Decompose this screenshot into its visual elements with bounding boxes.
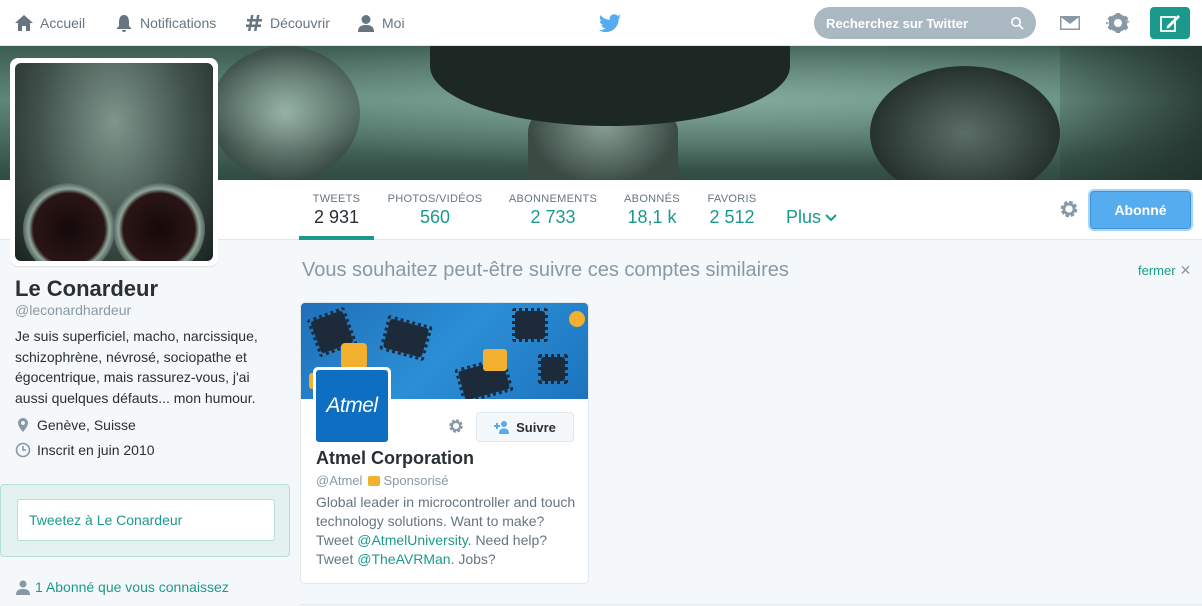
profile-join-date: Inscrit en juin 2010 — [15, 442, 155, 458]
profile-gear-icon[interactable] — [1058, 198, 1080, 220]
stat-label: PHOTOS/VIDÉOS — [387, 193, 483, 205]
profile-handle[interactable]: @leconardhardeur — [15, 302, 131, 318]
suggestion-card: Atmel Suivre Atmel Corporation @Atmel Sp… — [300, 302, 589, 584]
suggestion-handle-row: @Atmel Sponsorisé — [316, 473, 448, 488]
stat-tweets[interactable]: TWEETS 2 931 — [299, 180, 374, 240]
close-suggestions-link[interactable]: fermer ✕ — [1138, 262, 1191, 279]
search-icon[interactable] — [1010, 16, 1024, 30]
profile-name[interactable]: Le Conardeur — [15, 276, 158, 302]
close-label: fermer — [1138, 263, 1176, 278]
profile-bio: Je suis superficiel, macho, narcissique,… — [15, 328, 258, 406]
known-followers-link[interactable]: 1 Abonné que vous connaissez — [15, 579, 229, 595]
bird-icon[interactable] — [598, 11, 622, 35]
follow-button[interactable]: Suivre — [476, 412, 574, 442]
stat-value: 560 — [419, 207, 451, 227]
stat-value: 2 512 — [709, 207, 755, 227]
stat-label: FAVORIS — [707, 193, 757, 205]
atmel-logo: Atmel — [316, 370, 388, 442]
tweet-to-button[interactable]: Tweetez à Le Conardeur — [17, 499, 275, 541]
gear-icon[interactable] — [1106, 11, 1130, 35]
known-followers-text: 1 Abonné que vous connaissez — [35, 579, 229, 595]
promoted-icon — [368, 475, 381, 486]
location-pin-icon — [18, 418, 28, 432]
stat-label: ABONNEMENTS — [508, 193, 598, 205]
bell-icon — [117, 15, 131, 32]
stat-photos-videos[interactable]: PHOTOS/VIDÉOS 560 — [386, 180, 484, 240]
home-icon — [15, 15, 33, 31]
suggestion-handle[interactable]: @Atmel — [316, 473, 362, 488]
clock-icon — [15, 442, 31, 458]
envelope-icon[interactable] — [1058, 11, 1082, 35]
person-icon — [358, 15, 374, 32]
profile-avatar[interactable] — [10, 58, 218, 266]
more-label: Plus — [786, 207, 822, 227]
nav-home[interactable]: Accueil — [14, 0, 85, 46]
suggestions-heading: Vous souhaitez peut-être suivre ces comp… — [302, 259, 789, 281]
hash-icon — [246, 15, 262, 31]
nav-discover[interactable]: Découvrir — [244, 0, 330, 46]
search-input[interactable] — [826, 15, 1010, 31]
join-date-text: Inscrit en juin 2010 — [37, 442, 155, 458]
stat-label: TWEETS — [312, 193, 361, 205]
close-icon: ✕ — [1179, 262, 1192, 278]
stat-value: 2 733 — [530, 207, 576, 227]
location-text: Genève, Suisse — [37, 417, 136, 433]
stat-label: ABONNÉS — [624, 193, 680, 205]
divider — [300, 604, 1202, 605]
profile-location: Genève, Suisse — [15, 417, 136, 433]
follow-button-label: Suivre — [516, 419, 556, 435]
suggestion-bio: Global leader in microcontroller and tou… — [316, 493, 576, 569]
stat-favorites[interactable]: FAVORIS 2 512 — [704, 180, 760, 240]
person-icon — [16, 580, 30, 595]
suggestion-avatar[interactable]: Atmel — [313, 367, 391, 445]
compose-tweet-button[interactable] — [1150, 7, 1190, 39]
nav-discover-label: Découvrir — [270, 15, 330, 31]
compose-icon — [1160, 15, 1180, 32]
more-dropdown[interactable]: Plus — [786, 207, 837, 228]
nav-notifications-label: Notifications — [140, 15, 217, 31]
suggestion-name[interactable]: Atmel Corporation — [316, 448, 474, 469]
bio-mention-link[interactable]: @TheAVRMan — [357, 551, 450, 567]
nav-me-label: Moi — [382, 15, 405, 31]
bio-mention-link[interactable]: @AtmelUniversity — [357, 532, 467, 548]
following-button[interactable]: Abonné — [1090, 191, 1191, 229]
tweet-to-panel: Tweetez à Le Conardeur — [0, 484, 290, 557]
add-user-icon — [494, 421, 510, 434]
chevron-down-icon — [825, 213, 837, 221]
bio-text: . Jobs? — [450, 551, 496, 567]
stat-value: 2 931 — [313, 207, 360, 227]
stat-followers[interactable]: ABONNÉS 18,1 k — [620, 180, 684, 240]
search-box — [814, 7, 1036, 39]
nav-home-label: Accueil — [40, 15, 86, 31]
nav-me[interactable]: Moi — [356, 0, 405, 46]
promoted-label: Sponsorisé — [383, 473, 449, 488]
top-navigation-bar: Accueil Notifications Découvrir Moi — [0, 0, 1202, 46]
stat-following[interactable]: ABONNEMENTS 2 733 — [506, 180, 600, 240]
stat-value: 18,1 k — [627, 207, 677, 227]
gear-icon[interactable] — [447, 417, 465, 435]
nav-notifications[interactable]: Notifications — [114, 0, 216, 46]
